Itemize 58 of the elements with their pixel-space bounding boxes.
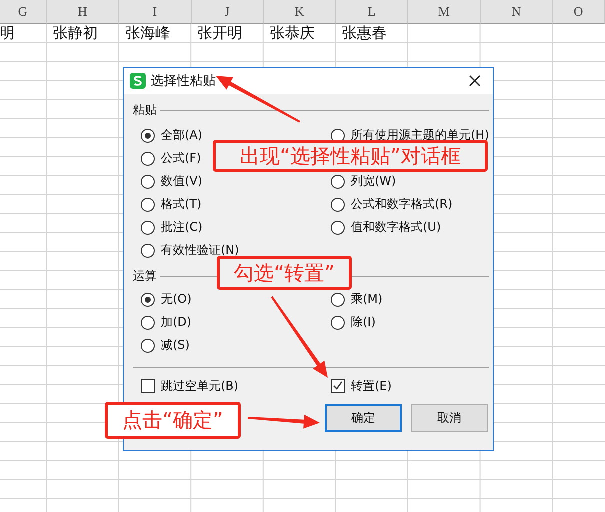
option-label[interactable]: 列宽(W): [351, 173, 396, 190]
table-cell: 张开明: [198, 24, 243, 42]
checkbox[interactable]: [331, 379, 345, 393]
radio-button[interactable]: [331, 174, 345, 188]
option-label[interactable]: 全部(A): [161, 127, 203, 144]
column-header[interactable]: K: [264, 0, 336, 24]
radio-button[interactable]: [331, 292, 345, 306]
option-label[interactable]: 格式(T): [161, 196, 202, 213]
table-cell: 明: [0, 24, 15, 42]
cancel-button[interactable]: 取消: [411, 404, 488, 432]
table-cell: 张惠春: [342, 24, 388, 42]
option-label[interactable]: 减(S): [161, 337, 190, 354]
column-header[interactable]: G: [0, 0, 47, 24]
group-label: 粘贴: [133, 102, 157, 118]
annotation-callout: 勾选“转置”: [217, 256, 352, 290]
radio-button[interactable]: [331, 316, 345, 330]
option-label[interactable]: 批注(C): [161, 219, 203, 236]
ok-button[interactable]: 确定: [325, 404, 402, 432]
option-label[interactable]: 有效性验证(N): [161, 242, 240, 259]
column-header[interactable]: M: [408, 0, 481, 24]
checkbox-label[interactable]: 跳过空单元(B): [161, 378, 239, 394]
close-icon: [469, 75, 481, 87]
option-label[interactable]: 无(O): [161, 291, 192, 308]
radio-button[interactable]: [331, 220, 345, 234]
radio-button[interactable]: [141, 174, 155, 188]
radio-button[interactable]: [141, 198, 155, 212]
column-header[interactable]: J: [192, 0, 264, 24]
radio-button[interactable]: [141, 292, 155, 306]
table-cell: 张海峰: [125, 24, 170, 42]
option-label[interactable]: 公式和数字格式(R): [351, 196, 453, 213]
table-cell: 张恭庆: [270, 24, 315, 42]
option-label[interactable]: 数值(V): [161, 173, 203, 190]
radio-button[interactable]: [141, 338, 155, 352]
radio-button[interactable]: [141, 244, 155, 258]
column-header[interactable]: L: [336, 0, 408, 24]
app-logo-icon: [130, 73, 146, 89]
option-label[interactable]: 公式(F): [161, 150, 202, 167]
dialog-title: 选择性粘贴: [151, 73, 217, 90]
option-label[interactable]: 乘(M): [351, 291, 383, 308]
close-button[interactable]: [467, 73, 483, 89]
annotation-callout: 出现“选择性粘贴”对话框: [213, 140, 488, 172]
radio-button[interactable]: [141, 152, 155, 166]
radio-button[interactable]: [141, 316, 155, 330]
option-label[interactable]: 值和数字格式(U): [351, 219, 442, 236]
column-header[interactable]: N: [480, 0, 554, 24]
annotation-callout: 点击“确定”: [105, 402, 241, 439]
group-label: 运算: [133, 268, 157, 284]
column-header[interactable]: I: [119, 0, 192, 24]
radio-button[interactable]: [141, 128, 155, 142]
checkbox-label[interactable]: 转置(E): [351, 378, 392, 394]
radio-button[interactable]: [141, 220, 155, 234]
column-header[interactable]: O: [553, 0, 605, 24]
option-label[interactable]: 加(D): [161, 314, 192, 331]
checkbox[interactable]: [141, 379, 155, 393]
column-header[interactable]: H: [47, 0, 120, 24]
radio-button[interactable]: [331, 198, 345, 212]
table-cell: 张静初: [53, 24, 98, 42]
option-label[interactable]: 除(I): [351, 314, 376, 331]
